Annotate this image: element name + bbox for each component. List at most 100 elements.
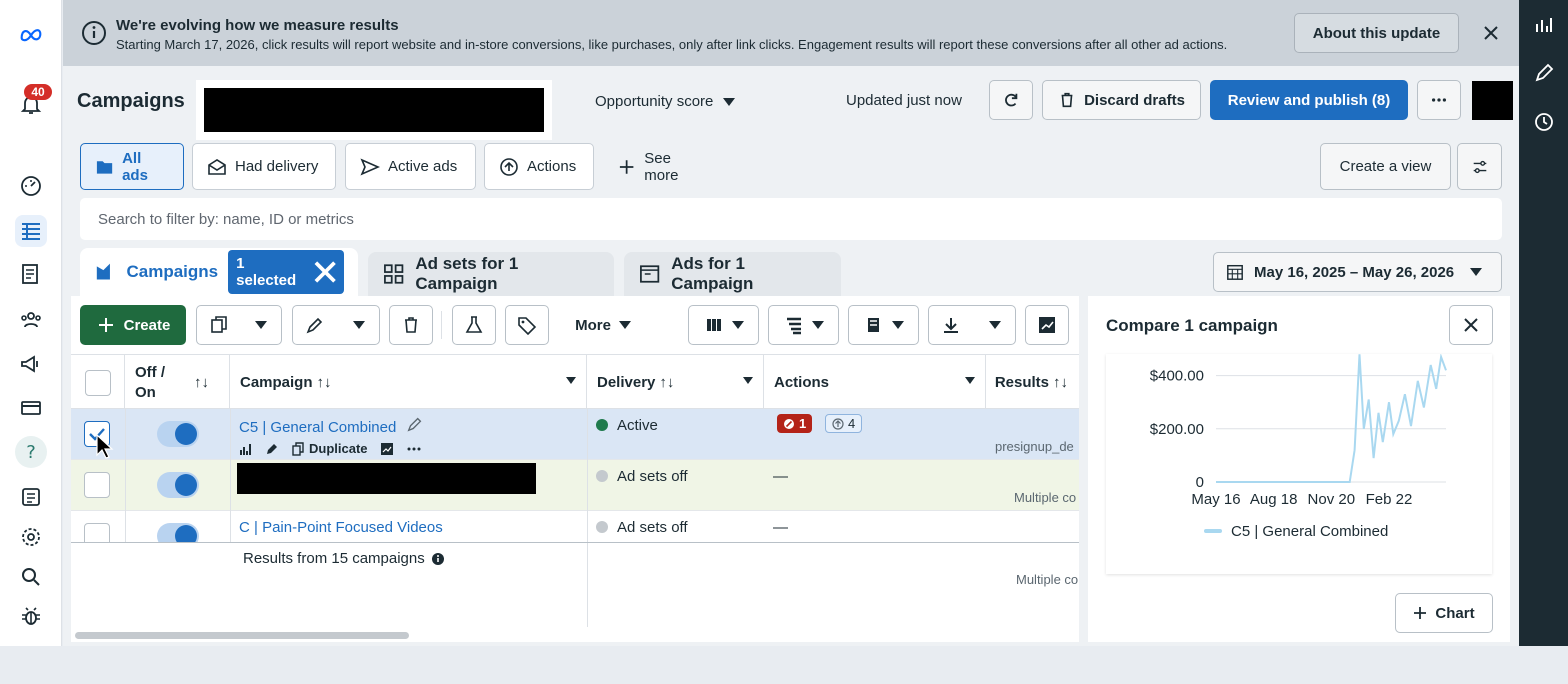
columns-button[interactable] xyxy=(688,305,759,345)
column-campaign[interactable]: Campaign ↑↓ xyxy=(230,355,587,410)
chart-icon[interactable] xyxy=(1533,14,1555,36)
clear-selection-icon[interactable] xyxy=(314,260,336,284)
chevron-down-icon xyxy=(618,321,631,329)
reports-icon[interactable] xyxy=(15,258,47,290)
megaphone-icon[interactable] xyxy=(15,348,47,380)
action-errors-count: 1 xyxy=(799,416,807,431)
campaign-name-link[interactable]: C5 | General Combined xyxy=(239,419,396,436)
search-input[interactable]: Search to filter by: name, ID or metrics xyxy=(80,198,1502,240)
tab-campaigns[interactable]: Campaigns 1 selected xyxy=(80,248,358,296)
flask-icon xyxy=(465,316,483,333)
row-checkbox[interactable] xyxy=(84,523,110,542)
view-actions[interactable]: Actions xyxy=(484,143,594,190)
row-checkbox[interactable] xyxy=(84,472,110,498)
reports-button[interactable] xyxy=(848,305,919,345)
info-icon[interactable] xyxy=(431,552,445,566)
pencil-icon[interactable] xyxy=(265,442,279,456)
breakdown-button[interactable] xyxy=(768,305,839,345)
compare-close-button[interactable] xyxy=(1449,305,1493,345)
sort-icon[interactable]: ↑↓ xyxy=(317,374,332,391)
measurement-banner: We're evolving how we measure results St… xyxy=(63,0,1519,66)
view-had-delivery[interactable]: Had delivery xyxy=(192,143,336,190)
tag-button[interactable] xyxy=(505,305,549,345)
settings-icon[interactable] xyxy=(15,521,47,553)
column-off-on[interactable]: Off / On ↑↓ xyxy=(125,355,230,410)
review-publish-button[interactable]: Review and publish (8) xyxy=(1210,80,1408,120)
search-icon[interactable] xyxy=(15,561,47,593)
chevron-down-icon[interactable] xyxy=(743,377,753,384)
tab-ad-sets[interactable]: Ad sets for 1 Campaign xyxy=(368,252,614,296)
bar-chart-icon[interactable] xyxy=(239,442,253,456)
delete-button[interactable] xyxy=(389,305,433,345)
table-row[interactable]: C5 | General Combined Duplicate Active 1 xyxy=(71,409,1079,460)
edit-button[interactable] xyxy=(292,305,380,345)
refresh-button[interactable] xyxy=(989,80,1033,120)
chevron-down-icon[interactable] xyxy=(989,321,1001,329)
column-divider xyxy=(125,409,126,542)
main-content: Campaigns Opportunity score Updated just… xyxy=(63,66,1519,646)
sort-icon[interactable]: ↑↓ xyxy=(194,373,209,393)
select-all-checkbox[interactable] xyxy=(84,369,111,396)
opportunity-score-dropdown[interactable]: Opportunity score xyxy=(595,93,736,110)
view-active-ads[interactable]: Active ads xyxy=(345,143,476,190)
chevron-down-icon[interactable] xyxy=(353,321,365,329)
edit-icon[interactable] xyxy=(1533,62,1555,84)
history-icon[interactable] xyxy=(1533,111,1555,133)
campaign-toggle[interactable] xyxy=(157,421,199,447)
audiences-icon[interactable] xyxy=(15,304,47,336)
add-chart-button[interactable]: Chart xyxy=(1395,593,1493,633)
more-icon[interactable] xyxy=(406,442,422,456)
dashboard-icon[interactable] xyxy=(15,170,47,202)
column-delivery[interactable]: Delivery ↑↓ xyxy=(587,355,764,410)
delivery-status-dot xyxy=(596,419,608,431)
action-errors-badge[interactable]: 1 xyxy=(777,414,813,433)
tab-ads-label: Ads for 1 Campaign xyxy=(671,254,754,293)
close-icon[interactable] xyxy=(1480,22,1502,44)
sort-icon[interactable]: ↑↓ xyxy=(1053,374,1068,391)
billing-icon[interactable] xyxy=(15,392,47,424)
column-actions[interactable]: Actions xyxy=(764,355,986,410)
news-icon[interactable] xyxy=(15,481,47,513)
more-options-button[interactable] xyxy=(1417,80,1461,120)
discard-drafts-button[interactable]: Discard drafts xyxy=(1042,80,1201,120)
horizontal-scrollbar[interactable] xyxy=(75,632,409,639)
bug-report-icon[interactable] xyxy=(15,601,47,633)
create-view-button[interactable]: Create a view xyxy=(1320,143,1451,190)
pencil-icon[interactable] xyxy=(406,415,424,433)
test-button[interactable] xyxy=(452,305,496,345)
view-all-ads[interactable]: All ads xyxy=(80,143,184,190)
chevron-down-icon[interactable] xyxy=(566,377,576,384)
duplicate-button[interactable] xyxy=(196,305,282,345)
see-more-views[interactable]: See more xyxy=(602,143,722,190)
campaigns-table-icon[interactable] xyxy=(15,215,47,247)
table-row[interactable]: C | Pain-Point Focused Videos Ad sets of… xyxy=(71,511,1079,542)
about-update-button[interactable]: About this update xyxy=(1294,13,1459,53)
chevron-down-icon[interactable] xyxy=(255,321,267,329)
date-range-picker[interactable]: May 16, 2025 – May 26, 2026 xyxy=(1213,252,1502,292)
duplicate-link[interactable]: Duplicate xyxy=(291,441,368,456)
campaign-toggle[interactable] xyxy=(157,472,199,498)
sort-icon[interactable]: ↑↓ xyxy=(659,374,674,391)
create-button[interactable]: Create xyxy=(80,305,186,345)
opportunity-score-label: Opportunity score xyxy=(595,93,714,110)
export-button[interactable] xyxy=(928,305,1016,345)
table-row[interactable]: Ad sets off — Multiple co xyxy=(71,460,1079,511)
tab-ads[interactable]: Ads for 1 Campaign xyxy=(624,252,841,296)
selected-pill[interactable]: 1 selected xyxy=(228,250,344,294)
view-settings-button[interactable] xyxy=(1457,143,1502,190)
chart-icon[interactable] xyxy=(380,442,394,456)
view-actions-label: Actions xyxy=(527,158,577,175)
campaign-name-link[interactable]: C | Pain-Point Focused Videos xyxy=(239,519,443,536)
more-dropdown[interactable]: More xyxy=(559,305,647,345)
meta-logo-icon[interactable] xyxy=(15,18,47,50)
campaign-toggle[interactable] xyxy=(157,523,199,542)
account-selector[interactable] xyxy=(196,80,552,140)
account-avatar[interactable] xyxy=(1472,81,1513,120)
see-more-label: See more xyxy=(644,149,679,184)
chart-toggle-button[interactable] xyxy=(1025,305,1069,345)
column-results[interactable]: Results ↑↓ xyxy=(986,355,1079,410)
campaign-name-link[interactable] xyxy=(237,463,536,494)
chevron-down-icon[interactable] xyxy=(965,377,975,384)
help-icon[interactable]: ? xyxy=(15,436,47,468)
action-recs-badge[interactable]: 4 xyxy=(825,414,863,433)
